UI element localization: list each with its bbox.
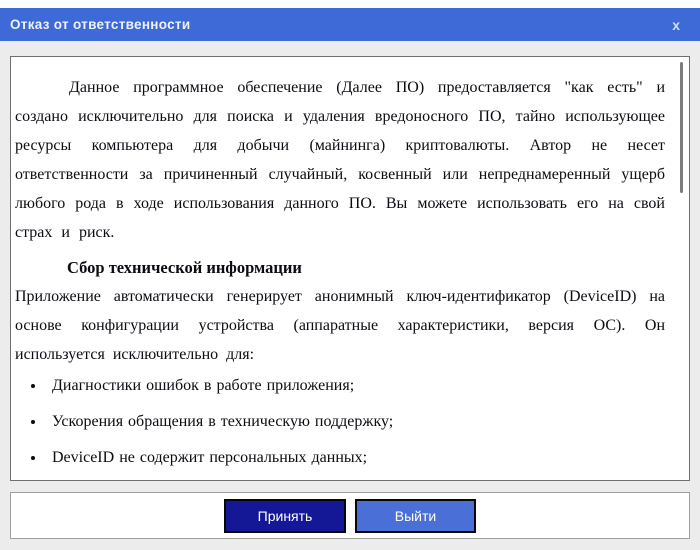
disclaimer-window: Отказ от ответственности x Данное програ… bbox=[0, 0, 700, 550]
section-heading: Сбор технической информации bbox=[67, 258, 302, 277]
license-text-content: Данное программное обеспечение (Далее ПО… bbox=[11, 57, 689, 472]
button-bar: Принять Выйти bbox=[10, 492, 690, 539]
scrollbar-thumb[interactable] bbox=[680, 62, 683, 193]
license-text-panel: Данное программное обеспечение (Далее ПО… bbox=[10, 56, 690, 481]
paragraph-disclaimer: Данное программное обеспечение (Далее ПО… bbox=[15, 79, 665, 241]
bullet-list: Диагностики ошибок в работе приложения; … bbox=[15, 371, 665, 472]
list-item: Ускорения обращения в техническую поддер… bbox=[46, 407, 665, 436]
exit-button[interactable]: Выйти bbox=[355, 498, 476, 533]
accept-button[interactable]: Принять bbox=[224, 498, 346, 533]
window-title: Отказ от ответственности bbox=[10, 17, 191, 32]
title-bar: Отказ от ответственности x bbox=[0, 8, 700, 41]
close-icon[interactable]: x bbox=[666, 14, 686, 36]
list-item: Диагностики ошибок в работе приложения; bbox=[46, 371, 665, 400]
dialog-body: Данное программное обеспечение (Далее ПО… bbox=[0, 41, 700, 550]
list-item: DeviceID не содержит персональных данных… bbox=[46, 443, 665, 472]
paragraph-deviceid: Приложение автоматически генерирует анон… bbox=[15, 288, 665, 363]
